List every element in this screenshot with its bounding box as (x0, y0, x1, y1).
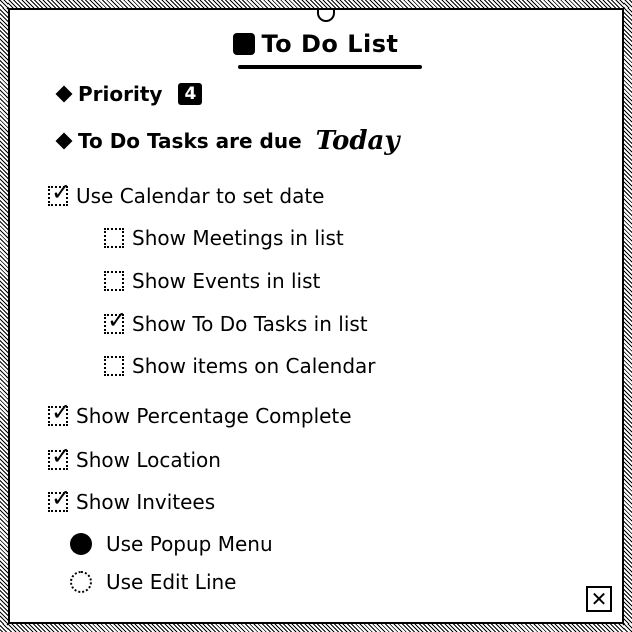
due-value[interactable]: Today (316, 126, 400, 156)
option-label: Use Calendar to set date (76, 184, 325, 208)
priority-picker[interactable]: Priority 4 (54, 82, 203, 106)
checkbox-empty-icon[interactable] (104, 356, 124, 376)
due-label: To Do Tasks are due (78, 129, 302, 153)
radio-label: Use Popup Menu (106, 532, 273, 556)
checkbox-checked-icon[interactable] (48, 484, 71, 512)
checkbox-checked-icon[interactable] (48, 178, 71, 206)
title-underline (238, 65, 422, 69)
radio-label: Use Edit Line (106, 570, 237, 594)
option-show-percentage[interactable]: Show Percentage Complete (48, 398, 352, 428)
checkbox-empty-icon[interactable] (104, 228, 124, 248)
option-show-todo-tasks[interactable]: Show To Do Tasks in list (104, 306, 368, 336)
diamond-icon (55, 85, 73, 103)
option-show-on-calendar[interactable]: Show items on Calendar (104, 354, 376, 378)
option-label: Show items on Calendar (132, 354, 376, 378)
close-box-icon[interactable]: ✕ (586, 586, 612, 612)
option-show-events[interactable]: Show Events in list (104, 269, 320, 293)
due-picker[interactable]: To Do Tasks are due Today (54, 126, 399, 156)
dialog-panel: To Do List Priority 4 To Do Tasks are du… (8, 8, 624, 624)
option-use-calendar[interactable]: Use Calendar to set date (48, 178, 325, 208)
option-label: Show To Do Tasks in list (132, 312, 368, 336)
radio-selected-icon[interactable] (70, 533, 92, 555)
top-tab-notch (317, 10, 335, 22)
option-label: Show Location (76, 448, 221, 472)
checkbox-empty-icon[interactable] (104, 271, 124, 291)
radio-use-popup[interactable]: Use Popup Menu (70, 532, 273, 556)
priority-value-badge[interactable]: 4 (178, 83, 203, 105)
checkbox-checked-icon[interactable] (48, 442, 71, 470)
priority-label: Priority (78, 82, 163, 106)
app-icon (233, 33, 256, 55)
diamond-icon (55, 132, 73, 150)
dialog-title: To Do List (10, 30, 622, 59)
option-label: Show Meetings in list (132, 226, 344, 250)
checkbox-checked-icon[interactable] (104, 306, 127, 334)
option-label: Show Invitees (76, 490, 216, 514)
checkbox-checked-icon[interactable] (48, 398, 71, 426)
option-label: Show Percentage Complete (76, 404, 352, 428)
option-label: Show Events in list (132, 269, 321, 293)
radio-unselected-icon[interactable] (70, 571, 92, 593)
option-show-location[interactable]: Show Location (48, 442, 221, 472)
title-text: To Do List (261, 30, 399, 58)
radio-use-edit-line[interactable]: Use Edit Line (70, 570, 237, 594)
option-show-invitees[interactable]: Show Invitees (48, 484, 216, 514)
option-show-meetings[interactable]: Show Meetings in list (104, 226, 344, 250)
